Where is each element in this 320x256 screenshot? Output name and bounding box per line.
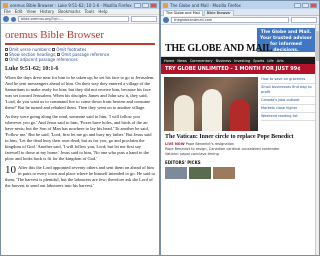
checkbox[interactable] — [5, 53, 8, 56]
menu-file[interactable]: File — [4, 9, 11, 14]
back-button[interactable] — [163, 17, 169, 23]
navigation-bar: bible.oremus.org/?ql=... — [1, 15, 159, 24]
subscription-promo[interactable]: TRY GLOBE UNLIMITED - 1 MONTH FOR JUST 9… — [161, 64, 319, 74]
option-adjacent-references[interactable]: Omit adjacent passage references — [5, 57, 155, 62]
globe-browser-window: The Globe and Mail - Mozilla Firefox The… — [160, 0, 320, 256]
nav-news[interactable]: News — [177, 59, 186, 63]
nav-sports[interactable]: Sports — [253, 59, 264, 63]
related-link[interactable]: Vatican: papal conclave timing — [165, 152, 315, 157]
nav-home[interactable]: Home — [164, 59, 174, 63]
passage-paragraph: When the days drew near for him to be ta… — [5, 75, 155, 110]
thumbnail-row — [161, 165, 319, 181]
photo-figure — [202, 89, 222, 131]
passage-reference: Luke 9:51-62; 10:1-6 — [5, 66, 59, 72]
masthead: The Globe and Mail. Your trusted advisor… — [161, 25, 319, 57]
menu-edit[interactable]: Edit — [15, 9, 23, 14]
search-input[interactable] — [131, 16, 157, 22]
lead-photo[interactable] — [164, 77, 258, 131]
menu-help[interactable]: Help — [98, 9, 107, 14]
sidebar-link[interactable]: Canada's jobs outlook — [261, 98, 316, 105]
nav-life[interactable]: Life — [267, 59, 273, 63]
window-title: oremus Bible Browser : Luke 9:51-62; 10:… — [10, 2, 132, 8]
lead-story: How to save on groceries Small businesse… — [161, 74, 319, 134]
title-bar[interactable]: oremus Bible Browser : Luke 9:51-62; 10:… — [1, 1, 159, 9]
sidebar-link[interactable]: Markets close higher — [261, 106, 316, 113]
nav-arts[interactable]: Arts — [277, 59, 284, 63]
section-heading: EDITORS' PICKS — [165, 160, 201, 165]
nav-business[interactable]: Business — [216, 59, 231, 63]
address-bar[interactable]: theglobeandmail.com — [171, 17, 289, 23]
bible-browser-window: oremus Bible Browser : Luke 9:51-62; 10:… — [0, 0, 160, 256]
tab-bible[interactable]: Bible Browser — [203, 10, 234, 16]
close-button[interactable] — [310, 2, 317, 8]
window-controls — [134, 2, 157, 8]
firefox-icon — [163, 2, 168, 8]
chapter-number: 10 — [5, 164, 16, 176]
tab-strip: The Globe and Mail Bible Browser — [161, 9, 319, 16]
scrollbar[interactable] — [315, 25, 319, 255]
nav-investing[interactable]: Investing — [234, 59, 250, 63]
scrollbar-thumb[interactable] — [316, 31, 319, 61]
page-title: oremus Bible Browser — [5, 29, 155, 45]
forward-button[interactable] — [11, 16, 16, 22]
menu-view[interactable]: View — [26, 9, 36, 14]
checkbox[interactable] — [57, 53, 61, 56]
menu-bookmarks[interactable]: Bookmarks — [58, 9, 80, 14]
minimize-button[interactable] — [134, 2, 141, 8]
checkbox[interactable] — [52, 48, 56, 51]
passage-paragraph: 10 After this the Lord appointed seventy … — [5, 165, 155, 189]
window-controls — [294, 2, 317, 8]
passage-paragraph: As they were going along the road, someo… — [5, 114, 152, 161]
section-nav: Home News Commentary Business Investing … — [161, 57, 319, 64]
nav-commentary[interactable]: Commentary — [190, 59, 213, 63]
checkbox[interactable] — [5, 58, 8, 61]
paragraph-text: After this the Lord appointed seventy ot… — [5, 165, 155, 188]
photo-figure — [230, 99, 250, 131]
menu-tools[interactable]: Tools — [85, 9, 95, 14]
site-logo[interactable]: THE GLOBE AND MAIL — [165, 43, 272, 54]
page-content: oremus Bible Browser Omit verse numbers;… — [1, 24, 159, 192]
sidebar-link[interactable]: Weekend reading list — [261, 114, 316, 121]
story-thumbnail[interactable] — [213, 167, 235, 179]
window-title: The Globe and Mail - Mozilla Firefox — [170, 2, 241, 8]
minimize-button[interactable] — [294, 2, 301, 8]
menu-history[interactable]: History — [40, 9, 54, 14]
display-options: Omit verse numbers; Omit footnotes Show s… — [5, 47, 155, 62]
back-button[interactable] — [3, 16, 9, 22]
photo-figure — [174, 95, 194, 131]
lead-headline[interactable]: The Vatican: Inner circle to replace Pop… — [161, 134, 319, 141]
tab-globe[interactable]: The Globe and Mail — [163, 10, 203, 16]
search-input[interactable] — [291, 17, 317, 23]
sidebar-link[interactable]: Small businesses find way to profit — [261, 85, 316, 97]
maximize-button[interactable] — [302, 2, 309, 8]
live-tag: LIVE NOW — [165, 142, 185, 146]
checkbox[interactable] — [5, 48, 8, 51]
close-button[interactable] — [150, 2, 157, 8]
sidebar-links: How to save on groceries Small businesse… — [261, 77, 316, 122]
related-links: LIVE NOW Pope Benedict's resignation Pop… — [161, 141, 319, 158]
navigation-bar: theglobeandmail.com — [161, 16, 319, 25]
title-bar[interactable]: The Globe and Mail - Mozilla Firefox — [161, 1, 319, 9]
story-thumbnail[interactable] — [189, 167, 211, 179]
story-thumbnail[interactable] — [165, 167, 187, 179]
firefox-icon — [3, 2, 8, 8]
sidebar-link[interactable]: How to save on groceries — [261, 77, 316, 84]
address-bar[interactable]: bible.oremus.org/?ql=... — [18, 16, 129, 22]
maximize-button[interactable] — [142, 2, 149, 8]
